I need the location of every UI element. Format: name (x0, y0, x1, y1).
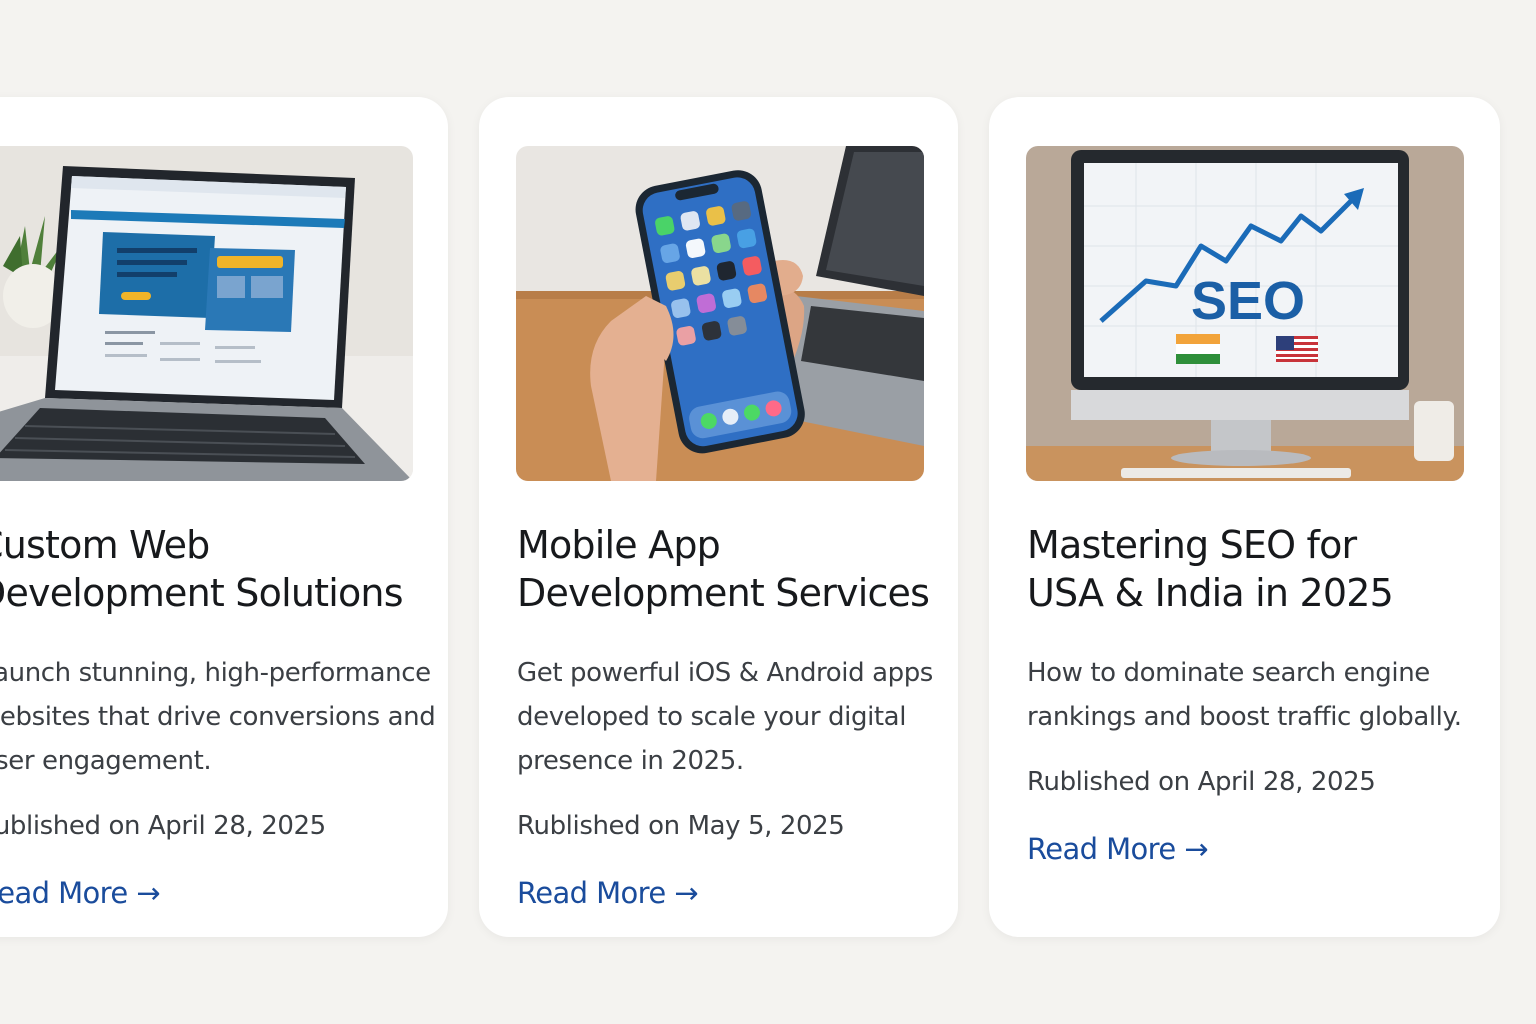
smartphone-illustration (516, 146, 924, 481)
blog-card-mobile-app[interactable]: Mobile App Development Services Get powe… (479, 97, 958, 937)
published-date: Rublished on April 28, 2025 (1027, 767, 1376, 797)
blog-card-custom-web[interactable]: Custom Web Development Solutions Launch … (0, 97, 448, 937)
monitor-illustration: SEO (1026, 146, 1464, 481)
card-title-line-1: Custom Web (0, 523, 210, 567)
card-title-line-1: Mastering SEO for (1027, 523, 1357, 567)
read-more-link[interactable]: Read More → (0, 875, 161, 911)
card-excerpt: Get powerful iOS & Android apps develope… (517, 658, 933, 776)
laptop-illustration (0, 146, 413, 481)
laptop-website-image[interactable] (0, 146, 413, 481)
card-title-line-2: Development Solutions (0, 571, 404, 615)
card-title[interactable]: Custom Web Development Solutions (0, 521, 438, 617)
read-more-link[interactable]: Read More → (1027, 831, 1209, 867)
read-more-link[interactable]: Read More → (517, 875, 699, 911)
card-title-line-2: Development Services (517, 571, 930, 615)
published-date: Rublished on May 5, 2025 (517, 811, 845, 841)
card-excerpt: How to dominate search engine rankings a… (1027, 658, 1462, 732)
card-title-line-1: Mobile App (517, 523, 721, 567)
seo-label: SEO (1191, 271, 1305, 331)
card-title[interactable]: Mobile App Development Services (517, 521, 948, 617)
card-title[interactable]: Mastering SEO for USA & India in 2025 (1027, 521, 1490, 617)
card-excerpt: Launch stunning, high-performance websit… (0, 658, 436, 776)
smartphone-image[interactable] (516, 146, 924, 481)
published-date: Published on April 28, 2025 (0, 811, 326, 841)
blog-card-seo[interactable]: SEO Mastering SEO for USA & India in 202… (989, 97, 1500, 937)
seo-monitor-image[interactable]: SEO (1026, 146, 1464, 481)
card-title-line-2: USA & India in 2025 (1027, 571, 1394, 615)
